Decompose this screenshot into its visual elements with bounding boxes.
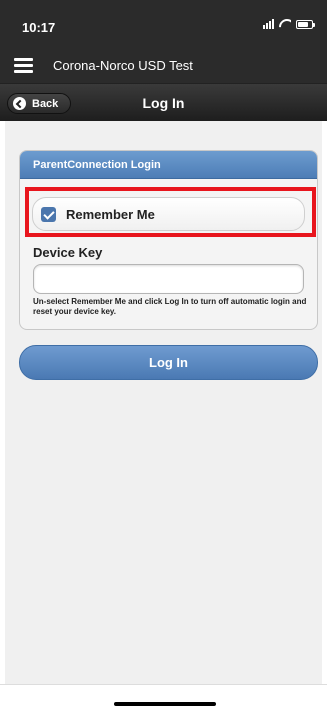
status-time: 10:17 xyxy=(22,20,56,35)
page-title: Log In xyxy=(142,95,185,111)
app-header: Corona-Norco USD Test xyxy=(0,48,327,84)
status-bar: 10:17 xyxy=(0,0,327,48)
login-button[interactable]: Log In xyxy=(19,345,318,380)
cellular-signal-icon xyxy=(263,19,274,29)
bottom-bar xyxy=(0,684,327,709)
device-key-input[interactable] xyxy=(33,264,304,294)
highlight-annotation xyxy=(25,187,316,237)
battery-icon xyxy=(296,19,315,29)
app-title: Corona-Norco USD Test xyxy=(53,58,193,73)
status-icons xyxy=(263,19,315,29)
device-key-label: Device Key xyxy=(33,245,103,260)
panel-title: ParentConnection Login xyxy=(20,151,317,179)
login-panel: ParentConnection Login Remember Me Devic… xyxy=(19,150,318,330)
wifi-icon xyxy=(279,19,291,29)
home-indicator[interactable] xyxy=(114,702,216,706)
hamburger-menu-icon[interactable] xyxy=(14,58,33,73)
device-key-help-text: Un-select Remember Me and click Log In t… xyxy=(33,297,307,316)
nav-bar: Back Log In xyxy=(0,84,327,121)
